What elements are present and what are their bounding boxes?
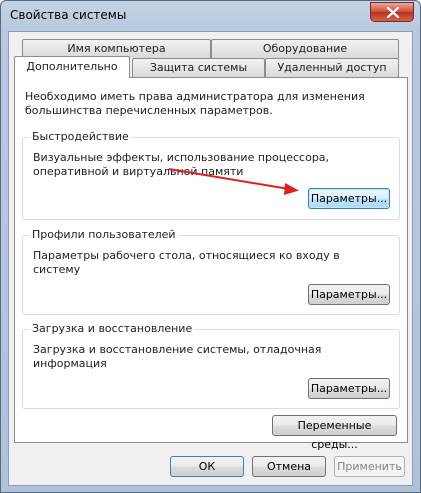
close-icon: [386, 7, 400, 18]
admin-notice: Необходимо иметь права администратора дл…: [25, 90, 365, 117]
apply-button[interactable]: Применить: [334, 456, 405, 477]
ok-button[interactable]: ОК: [170, 456, 244, 477]
environment-variables-button[interactable]: Переменные среды...: [272, 415, 397, 451]
startup-recovery-group: Загрузка и восстановление Загрузка и вос…: [22, 322, 400, 409]
tab-system-protection[interactable]: Защита системы: [132, 58, 265, 77]
tab-advanced[interactable]: Дополнительно: [14, 56, 130, 78]
cancel-button[interactable]: Отмена: [252, 456, 326, 477]
advanced-tab-page: Необходимо иметь права администратора дл…: [14, 77, 408, 451]
performance-settings-button[interactable]: Параметры...: [308, 188, 390, 209]
tab-hardware[interactable]: Оборудование: [211, 39, 399, 58]
tab-remote-access[interactable]: Удаленный доступ: [265, 58, 399, 77]
user-profiles-settings-button[interactable]: Параметры...: [308, 284, 390, 305]
user-profiles-description: Параметры рабочего стола, относящиеся ко…: [33, 249, 340, 276]
performance-description: Визуальные эффекты, использование процес…: [33, 151, 330, 178]
dialog-client-area: Имя компьютера Оборудование Дополнительн…: [8, 31, 413, 486]
title-bar[interactable]: Свойства системы: [1, 1, 420, 31]
user-profiles-title: Профили пользователей: [30, 228, 178, 241]
close-button[interactable]: [370, 2, 414, 22]
user-profiles-group: Профили пользователей Параметры рабочего…: [22, 228, 400, 315]
system-properties-window: Свойства системы Имя компьютера Оборудов…: [0, 0, 421, 493]
window-title: Свойства системы: [10, 8, 127, 22]
performance-group: Быстродействие Визуальные эффекты, испол…: [22, 130, 400, 220]
performance-title: Быстродействие: [30, 130, 131, 143]
startup-recovery-settings-button[interactable]: Параметры...: [308, 378, 390, 399]
startup-recovery-title: Загрузка и восстановление: [30, 322, 195, 335]
startup-recovery-description: Загрузка и восстановление системы, отлад…: [33, 343, 322, 370]
